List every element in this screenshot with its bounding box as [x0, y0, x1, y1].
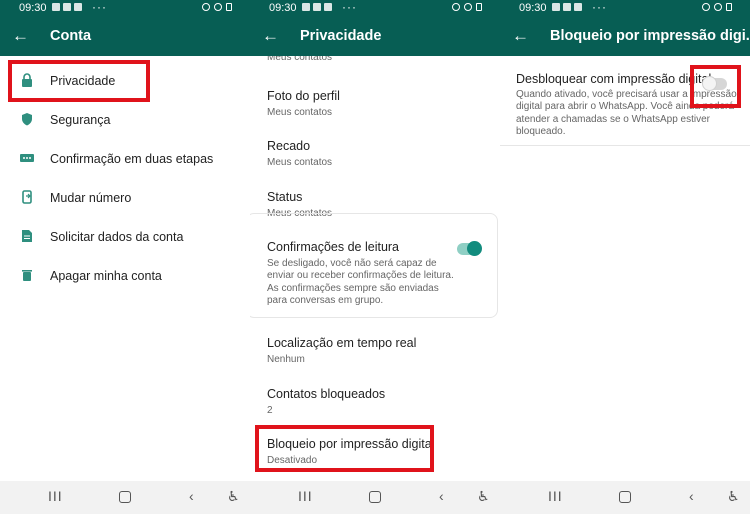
recent-apps-icon[interactable]: III	[548, 488, 563, 504]
home-icon[interactable]	[369, 491, 381, 503]
menu-item-label: Mudar número	[50, 191, 132, 205]
home-icon[interactable]	[119, 491, 131, 503]
list-item-title: Localização em tempo real	[267, 336, 417, 350]
status-bar: 09:30 ···	[500, 0, 750, 18]
list-item-title: Status	[267, 190, 303, 204]
list-item-subtitle: Se desligado, você não será capaz de env…	[267, 258, 454, 306]
status-time: 09:30	[519, 2, 547, 14]
more-notifications-icon: ···	[342, 0, 357, 14]
setting-profile-photo[interactable]: Foto do perfil Meus contatos	[267, 89, 492, 119]
system-nav-bar: III ‹ ♿	[0, 481, 250, 514]
menu-item-delete-account[interactable]: Apagar minha conta	[0, 257, 250, 295]
menu-item-label: Apagar minha conta	[50, 269, 162, 283]
nav-back-icon[interactable]: ‹	[189, 488, 194, 504]
back-arrow-icon[interactable]: ←	[12, 26, 29, 46]
list-item-subtitle: Meus contatos	[267, 107, 333, 118]
app-bar: ← Bloqueio por impressão digi...	[500, 18, 750, 56]
list-item-title: Recado	[267, 139, 311, 153]
menu-item-security[interactable]: Segurança	[0, 101, 250, 139]
setting-about[interactable]: Recado Meus contatos	[267, 139, 492, 169]
toggle-knob	[467, 241, 482, 256]
accessibility-icon[interactable]: ♿	[727, 488, 740, 505]
shield-icon	[22, 113, 32, 126]
dots-icon	[20, 154, 34, 162]
system-nav-bar: III ‹ ♿	[250, 481, 500, 514]
account-screen: 09:30 ··· ← Conta Privacidade Segurança …	[0, 0, 250, 514]
app-bar: ← Privacidade	[250, 18, 500, 56]
list-item-title: Confirmações de leitura	[267, 240, 400, 254]
highlight-box	[255, 425, 434, 472]
accessibility-icon[interactable]: ♿	[477, 488, 490, 505]
accessibility-icon[interactable]: ♿	[227, 488, 240, 505]
fingerprint-lock-screen: 09:30 ··· ← Bloqueio por impressão digi.…	[500, 0, 750, 514]
nav-back-icon[interactable]: ‹	[689, 488, 694, 504]
menu-item-label: Segurança	[50, 113, 111, 127]
page-title: Privacidade	[300, 28, 382, 44]
menu-item-label: Confirmação em duas etapas	[50, 152, 214, 166]
system-icons	[702, 3, 732, 11]
page-title: Bloqueio por impressão digi...	[550, 28, 750, 44]
list-item-subtitle: 2	[267, 405, 273, 416]
setting-title: Desbloquear com impressão digital	[516, 72, 712, 86]
highlight-box	[690, 65, 741, 108]
list-item-title: Contatos bloqueados	[267, 387, 386, 401]
privacy-screen: Meus contatos 09:30 ··· ← Privacidade Fo…	[250, 0, 500, 514]
recent-apps-icon[interactable]: III	[48, 488, 63, 504]
list-item-subtitle: Nenhum	[267, 354, 305, 365]
home-icon[interactable]	[619, 491, 631, 503]
notification-icons	[52, 3, 82, 11]
status-bar: 09:30 ···	[0, 0, 250, 18]
trash-icon	[22, 270, 32, 281]
system-nav-bar: III ‹ ♿	[500, 481, 750, 514]
more-notifications-icon: ···	[592, 0, 607, 14]
phone-swap-icon	[22, 190, 32, 204]
system-icons	[452, 3, 482, 11]
highlight-box	[8, 60, 150, 102]
menu-item-two-step[interactable]: Confirmação em duas etapas	[0, 140, 250, 178]
back-arrow-icon[interactable]: ←	[512, 26, 529, 46]
list-item-subtitle: Meus contatos	[267, 157, 333, 168]
system-icons	[202, 3, 232, 11]
back-arrow-icon[interactable]: ←	[262, 26, 279, 46]
setting-blocked-contacts[interactable]: Contatos bloqueados 2	[267, 387, 492, 417]
status-bar: 09:30 ···	[250, 0, 500, 18]
more-notifications-icon: ···	[92, 0, 107, 14]
page-title: Conta	[50, 28, 92, 44]
notification-icons	[302, 3, 332, 11]
setting-read-receipts[interactable]: Confirmações de leitura Se desligado, vo…	[267, 240, 457, 307]
notification-icons	[552, 3, 582, 11]
app-bar: ← Conta	[0, 18, 250, 56]
nav-back-icon[interactable]: ‹	[439, 488, 444, 504]
setting-live-location[interactable]: Localização em tempo real Nenhum	[267, 336, 492, 366]
status-time: 09:30	[19, 2, 47, 14]
document-icon	[22, 230, 32, 242]
menu-item-change-number[interactable]: Mudar número	[0, 179, 250, 217]
status-time: 09:30	[269, 2, 297, 14]
menu-item-label: Solicitar dados da conta	[50, 230, 184, 244]
recent-apps-icon[interactable]: III	[298, 488, 313, 504]
read-receipts-toggle[interactable]	[457, 241, 482, 256]
list-item-title: Foto do perfil	[267, 89, 340, 103]
menu-item-request-data[interactable]: Solicitar dados da conta	[0, 218, 250, 256]
